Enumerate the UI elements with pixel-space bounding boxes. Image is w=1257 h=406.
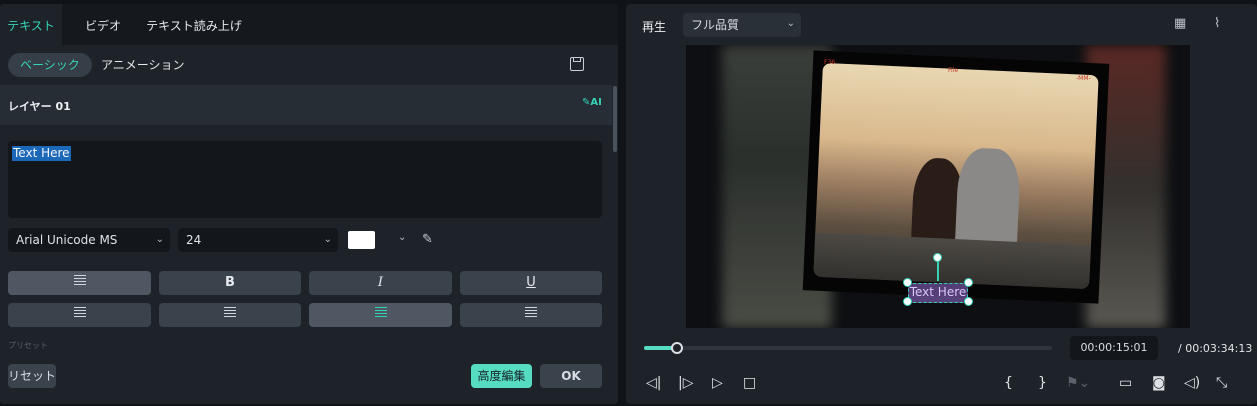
vertical-text-icon bbox=[73, 275, 86, 286]
font-size-select[interactable]: 24 ⌄ bbox=[178, 228, 338, 252]
reset-button[interactable]: リセット bbox=[8, 364, 56, 388]
snapshot-icon[interactable]: ◙ bbox=[1152, 375, 1166, 391]
layer-label: レイヤー 01 bbox=[8, 100, 71, 113]
film-mark-left: F36 bbox=[824, 59, 836, 66]
align-left-icon bbox=[73, 307, 86, 318]
mark-out-icon[interactable]: } bbox=[1038, 375, 1047, 391]
preset-section-label: プリセット bbox=[8, 341, 48, 350]
grid-view-icon[interactable]: ▦ bbox=[1174, 16, 1186, 31]
tab-bar: テキスト ビデオ テキスト読み上げ bbox=[0, 4, 618, 45]
italic-button[interactable]: I bbox=[309, 271, 452, 295]
align-left-button[interactable] bbox=[8, 303, 151, 327]
mark-in-icon[interactable]: { bbox=[1004, 375, 1013, 391]
time-separator: / bbox=[1178, 342, 1182, 355]
film-mark-right: -MM- bbox=[1076, 75, 1091, 82]
text-editor-panel: テキスト ビデオ テキスト読み上げ ベーシック アニメーション レイヤー 01 … bbox=[0, 4, 618, 404]
underline-button[interactable]: U bbox=[460, 271, 602, 295]
font-family-value: Arial Unicode MS bbox=[16, 233, 118, 247]
quality-value: フル品質 bbox=[691, 18, 740, 32]
chevron-down-icon: ⌄ bbox=[786, 18, 795, 29]
quality-select[interactable]: フル品質 ⌄ bbox=[683, 13, 801, 37]
align-justify-button[interactable] bbox=[460, 303, 602, 327]
film-mark-center: File bbox=[948, 67, 959, 74]
subtab-basic[interactable]: ベーシック bbox=[8, 53, 92, 77]
panel-scrollbar[interactable] bbox=[613, 86, 617, 152]
align-justify-icon bbox=[525, 307, 537, 318]
align-right-button[interactable] bbox=[159, 303, 301, 327]
prev-frame-icon[interactable]: ◁| bbox=[646, 375, 661, 391]
save-preset-icon[interactable] bbox=[570, 57, 584, 71]
play-icon[interactable]: ▷ bbox=[712, 375, 723, 391]
total-time: 00:03:34:13 bbox=[1185, 342, 1253, 355]
vertical-text-button[interactable] bbox=[8, 271, 151, 295]
playback-label: 再生 bbox=[642, 20, 667, 34]
align-center-button[interactable] bbox=[309, 303, 452, 327]
total-time-display: / 00:03:34:13 bbox=[1178, 342, 1252, 355]
timeline-track[interactable] bbox=[644, 346, 1052, 350]
next-frame-icon[interactable]: |▷ bbox=[678, 375, 693, 391]
resize-handle-tr[interactable] bbox=[964, 278, 973, 287]
align-right-icon bbox=[224, 307, 236, 318]
chevron-down-icon: ⌄ bbox=[323, 234, 332, 245]
playhead-knob[interactable] bbox=[671, 342, 684, 354]
resize-handle-bl[interactable] bbox=[903, 297, 912, 306]
align-center-icon bbox=[374, 307, 387, 318]
volume-icon[interactable]: ◁) bbox=[1184, 375, 1200, 391]
chevron-down-icon[interactable]: ⌄ bbox=[398, 232, 406, 243]
layer-bar: レイヤー 01 ✎AI bbox=[0, 85, 612, 125]
current-time[interactable]: 00:00:15:01 bbox=[1070, 336, 1158, 360]
ai-copywriting-icon[interactable]: ✎AI bbox=[582, 97, 602, 108]
fullscreen-icon[interactable]: ⤡ bbox=[1216, 375, 1227, 391]
text-input-area[interactable] bbox=[8, 141, 602, 218]
advanced-edit-button[interactable]: 高度編集 bbox=[471, 364, 532, 388]
rotate-handle-line bbox=[937, 259, 939, 281]
text-overlay-box[interactable]: Text Here bbox=[908, 283, 968, 303]
tab-text-to-speech[interactable]: テキスト読み上げ bbox=[145, 4, 243, 45]
eyedropper-icon[interactable]: ✎ bbox=[422, 232, 433, 247]
video-preview[interactable]: F36 File -MM- Text Here bbox=[686, 45, 1190, 328]
stop-icon[interactable]: □ bbox=[743, 375, 756, 391]
player-panel: 再生 フル品質 ⌄ ▦ ⌇ F36 File -MM- Text Here 00… bbox=[626, 4, 1257, 404]
resize-handle-tl[interactable] bbox=[903, 278, 912, 287]
marker-icon[interactable]: ⚑⌄ bbox=[1066, 375, 1090, 391]
tab-video[interactable]: ビデオ bbox=[76, 4, 130, 45]
display-icon[interactable]: ▭ bbox=[1119, 375, 1132, 391]
subtab-animation[interactable]: アニメーション bbox=[89, 53, 197, 77]
font-size-value: 24 bbox=[186, 233, 202, 247]
text-color-swatch[interactable] bbox=[348, 231, 375, 249]
ai-icon-text: AI bbox=[590, 97, 602, 108]
bold-button[interactable]: B bbox=[159, 271, 301, 295]
couple-photo bbox=[813, 62, 1099, 290]
tab-text[interactable]: テキスト bbox=[0, 4, 62, 45]
rotate-handle[interactable] bbox=[933, 253, 942, 262]
ok-button[interactable]: OK bbox=[540, 364, 602, 388]
font-family-select[interactable]: Arial Unicode MS ⌄ bbox=[8, 228, 170, 252]
waveform-icon[interactable]: ⌇ bbox=[1214, 16, 1220, 31]
resize-handle-br[interactable] bbox=[964, 297, 973, 306]
chevron-down-icon: ⌄ bbox=[155, 234, 164, 245]
text-input-value[interactable]: Text Here bbox=[12, 146, 71, 161]
app-window: テキスト ビデオ テキスト読み上げ ベーシック アニメーション レイヤー 01 … bbox=[0, 0, 1257, 406]
